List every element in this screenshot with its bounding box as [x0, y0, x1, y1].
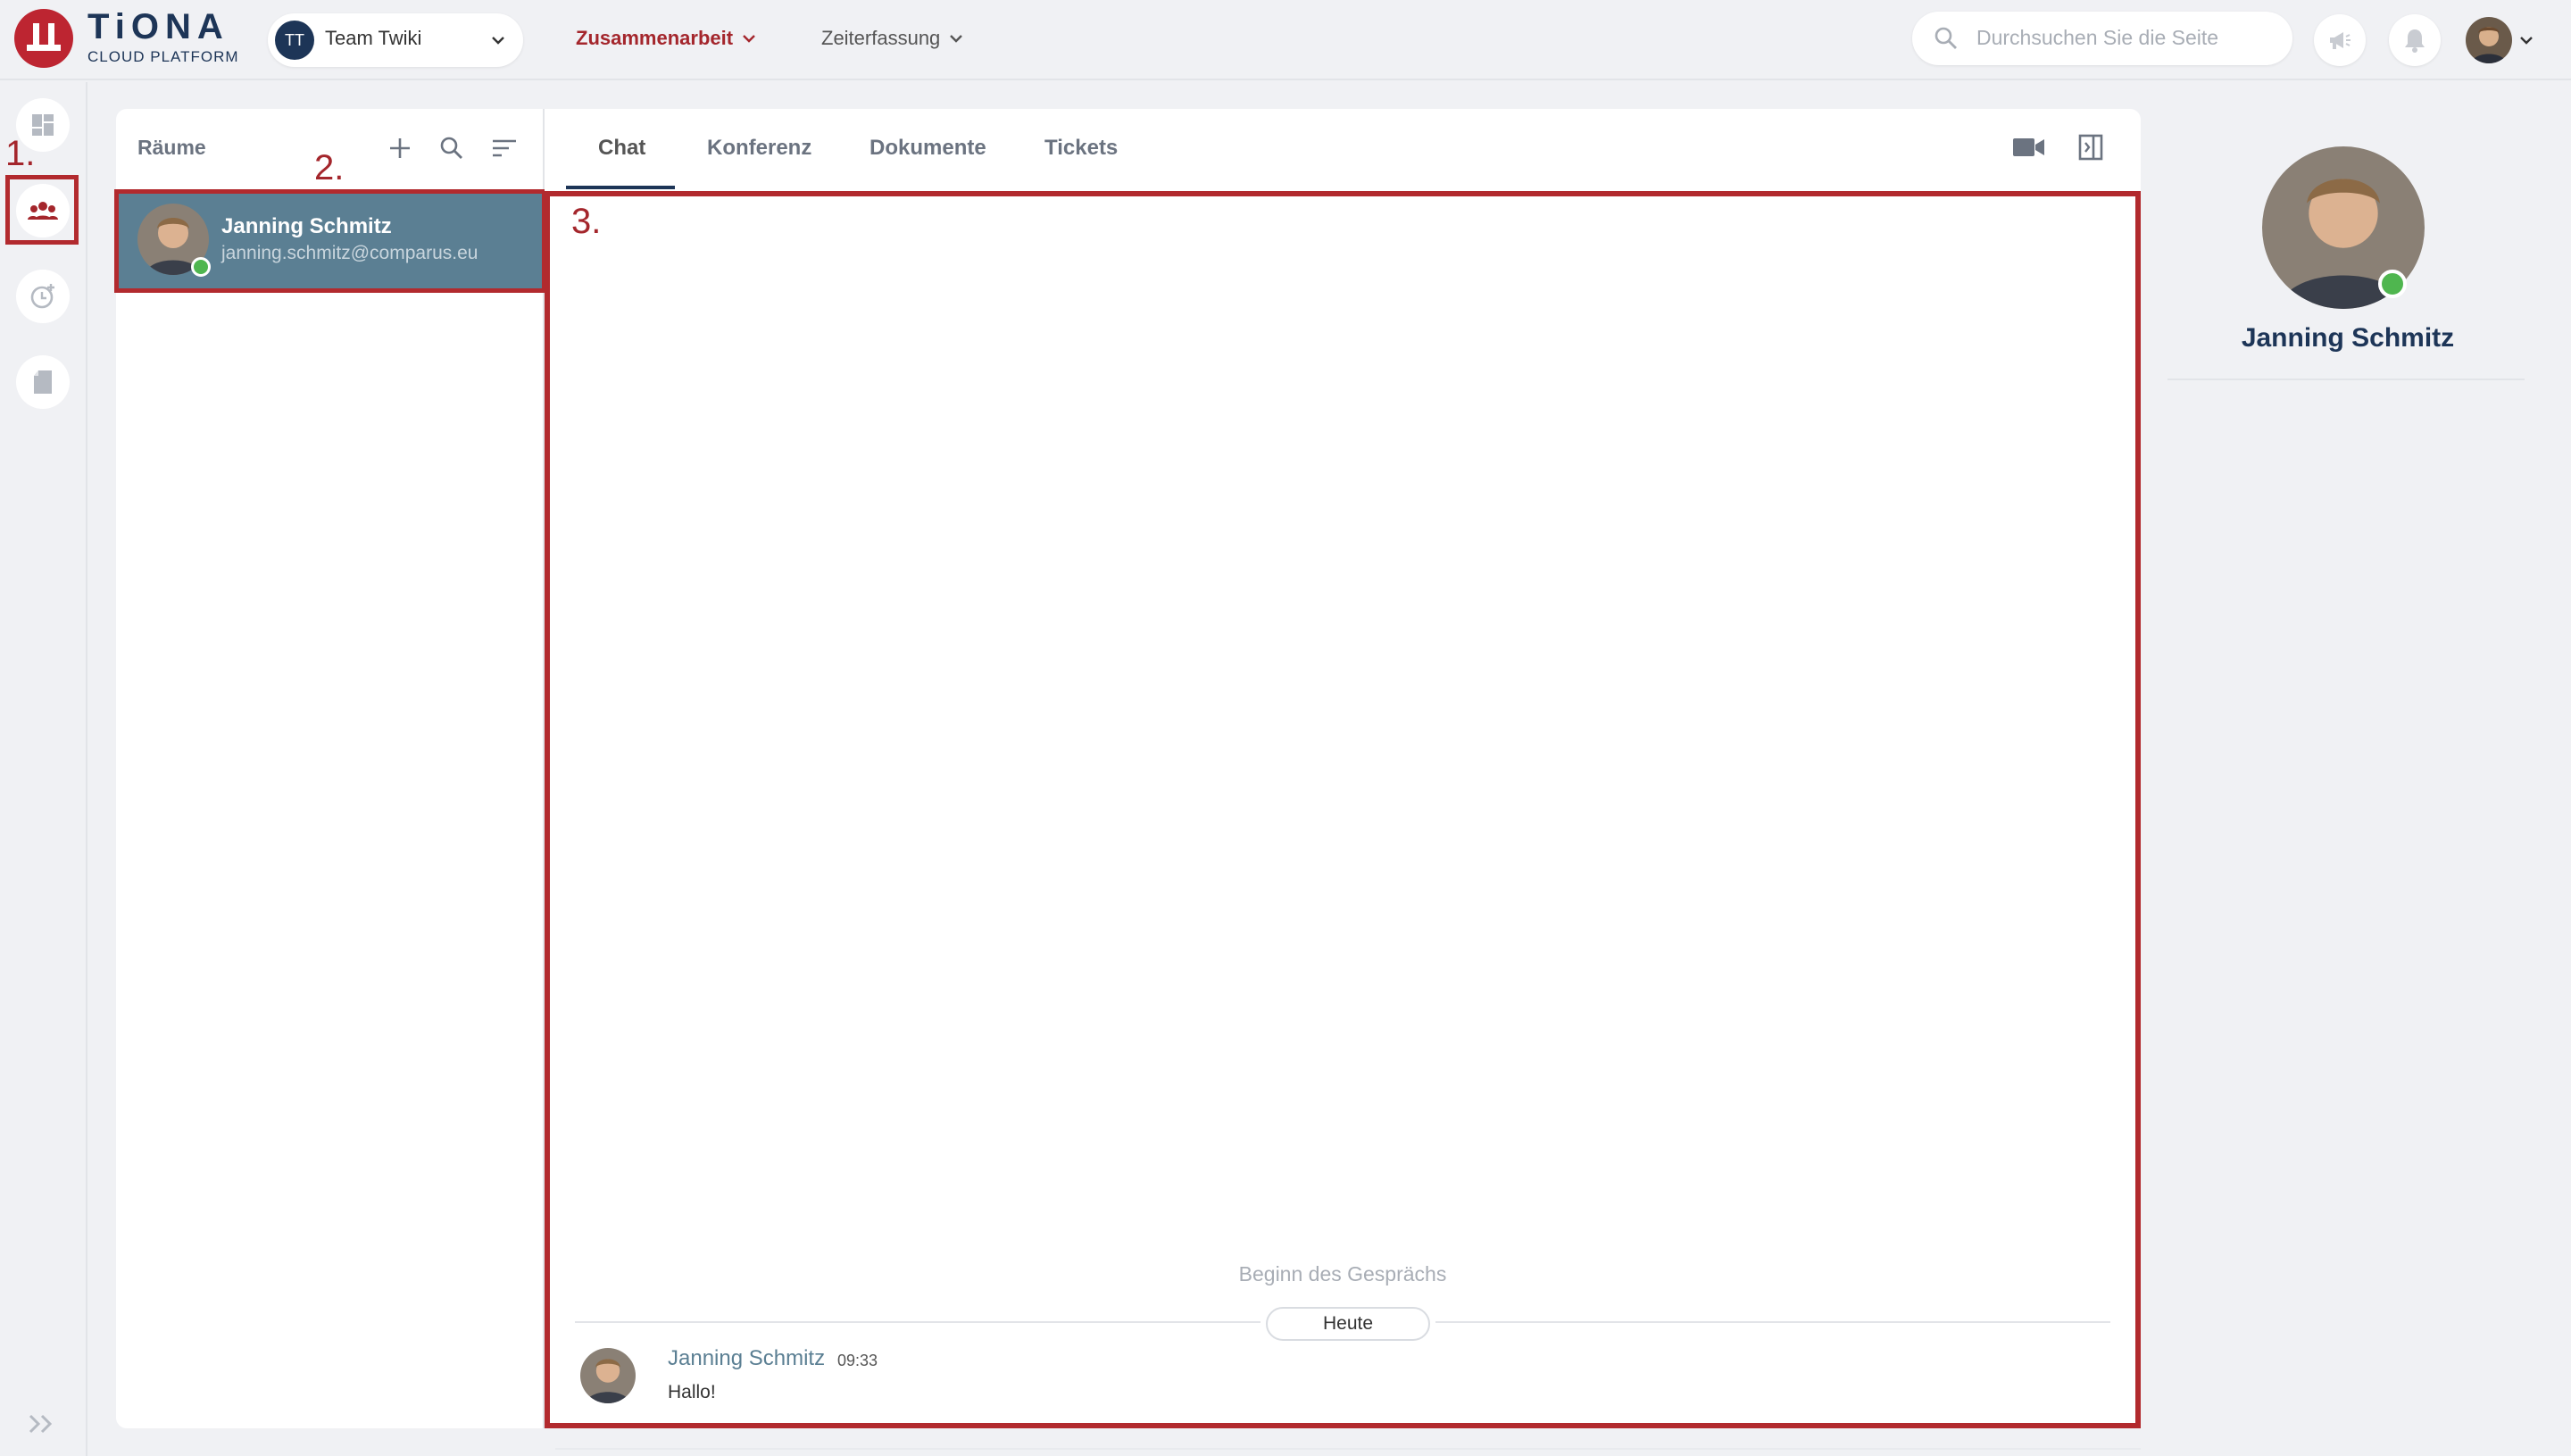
- rail-time-tracking[interactable]: [16, 270, 70, 323]
- avatar: [580, 1348, 636, 1403]
- message-author[interactable]: Janning Schmitz: [668, 1346, 825, 1371]
- top-bar: TiONA CLOUD PLATFORM TT Team Twiki Zusam…: [0, 0, 2571, 80]
- add-icon[interactable]: [387, 136, 412, 161]
- notifications-button[interactable]: [2389, 14, 2441, 66]
- chevron-down-icon: [740, 29, 758, 47]
- tiona-logo-icon[interactable]: [14, 9, 73, 68]
- logo-title: TiONA: [87, 7, 229, 46]
- search-icon: [1934, 26, 1959, 51]
- search-box[interactable]: Durchsuchen Sie die Seite: [1912, 12, 2292, 65]
- video-camera-icon[interactable]: [2012, 136, 2046, 159]
- tab-chat[interactable]: Chat: [598, 136, 645, 161]
- annotation-number-1: 1.: [5, 134, 36, 173]
- chat-area: Beginn des Gesprächs Heute Janning Schmi…: [545, 191, 2141, 1450]
- online-status-icon: [2378, 270, 2407, 298]
- annotation-box-2: [114, 189, 546, 293]
- day-divider-line: [575, 1321, 1261, 1323]
- chevron-down-icon: [947, 29, 965, 47]
- search-input[interactable]: Durchsuchen Sie die Seite: [1976, 26, 2218, 50]
- team-selector[interactable]: TT Team Twiki: [268, 13, 523, 67]
- nav-zusammenarbeit[interactable]: Zusammenarbeit: [576, 27, 758, 50]
- profile-panel: Janning Schmitz: [2146, 109, 2550, 1428]
- chat-panel: Chat Konferenz Dokumente Tickets Beginn …: [545, 109, 2141, 1450]
- clock-add-icon: [29, 282, 57, 311]
- tab-dokumente[interactable]: Dokumente: [869, 136, 986, 161]
- annotation-number-2: 2.: [314, 148, 345, 187]
- chevron-down-icon: [489, 31, 507, 49]
- chevron-down-icon[interactable]: [2517, 31, 2535, 49]
- toggle-side-panel-icon[interactable]: [2078, 134, 2103, 161]
- megaphone-icon: [2326, 27, 2353, 54]
- search-icon[interactable]: [439, 136, 464, 161]
- left-rail: [0, 82, 87, 1456]
- bell-icon: [2402, 27, 2427, 54]
- expand-sidebar-icon[interactable]: [27, 1412, 57, 1435]
- team-name: Team Twiki: [325, 27, 422, 49]
- active-tab-indicator: [566, 186, 675, 189]
- annotation-box-1: [5, 175, 79, 245]
- announcements-button[interactable]: [2314, 14, 2366, 66]
- profile-name: Janning Schmitz: [2241, 323, 2455, 353]
- profile-divider: [2167, 379, 2525, 380]
- message-text: Hallo!: [668, 1382, 716, 1402]
- tab-konferenz[interactable]: Konferenz: [707, 136, 811, 161]
- message-time: 09:33: [837, 1352, 878, 1369]
- rail-documents[interactable]: [16, 355, 70, 409]
- logo-subtitle: CLOUD PLATFORM: [87, 48, 239, 65]
- nav-zeiterfassung[interactable]: Zeiterfassung: [821, 27, 965, 50]
- rooms-title: Räume: [137, 136, 206, 159]
- day-divider-line: [1435, 1321, 2110, 1323]
- sort-icon[interactable]: [491, 137, 518, 159]
- document-icon: [31, 369, 54, 395]
- annotation-number-3: 3.: [571, 202, 602, 241]
- team-avatar: TT: [275, 21, 314, 60]
- input-divider: [555, 1448, 2141, 1450]
- conversation-start-label: Beginn des Gesprächs: [1238, 1262, 1447, 1285]
- user-avatar[interactable]: [2466, 17, 2512, 63]
- nav-label: Zusammenarbeit: [576, 27, 734, 49]
- nav-label: Zeiterfassung: [821, 27, 941, 49]
- rooms-panel: Räume Janning Schmitz janning.schmitz@co…: [116, 109, 545, 1428]
- day-separator: Heute: [1266, 1307, 1430, 1341]
- tab-tickets[interactable]: Tickets: [1044, 136, 1118, 161]
